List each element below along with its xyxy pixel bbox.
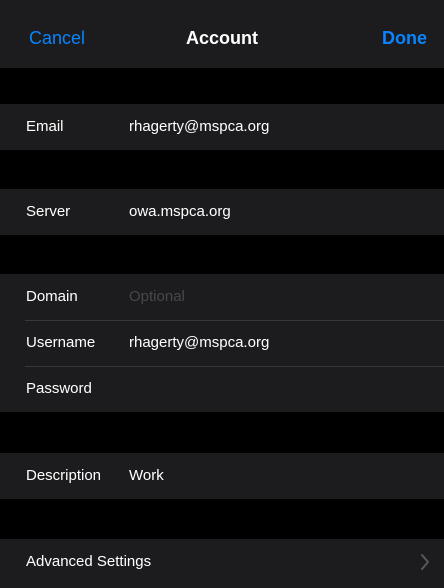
domain-label: Domain bbox=[26, 288, 78, 305]
done-button[interactable]: Done bbox=[382, 27, 427, 49]
domain-field[interactable]: Optional bbox=[129, 288, 185, 306]
server-section: Server owa.mspca.org bbox=[0, 189, 444, 235]
advanced-section: Advanced Settings bbox=[0, 539, 444, 588]
page-title: Account bbox=[186, 28, 258, 48]
section-spacer bbox=[0, 412, 444, 453]
email-section: Email rhagerty@mspca.org bbox=[0, 104, 444, 150]
section-spacer bbox=[0, 68, 444, 104]
description-field[interactable]: Work bbox=[129, 467, 164, 485]
domain-row[interactable]: Domain Optional bbox=[0, 274, 444, 320]
section-spacer bbox=[0, 499, 444, 539]
password-row[interactable]: Password bbox=[0, 366, 444, 412]
advanced-settings-label: Advanced Settings bbox=[26, 553, 152, 570]
navigation-bar: Cancel Account Done bbox=[0, 0, 444, 68]
chevron-right-icon bbox=[421, 554, 429, 570]
account-screen: Cancel Account Done Email rhagerty@mspca… bbox=[0, 0, 444, 588]
email-label: Email bbox=[26, 118, 64, 135]
section-spacer bbox=[0, 150, 444, 189]
email-row[interactable]: Email rhagerty@mspca.org bbox=[0, 104, 444, 150]
server-row[interactable]: Server owa.mspca.org bbox=[0, 189, 444, 235]
description-row[interactable]: Description Work bbox=[0, 453, 444, 499]
description-label: Description bbox=[26, 467, 102, 484]
description-section: Description Work bbox=[0, 453, 444, 499]
username-label: Username bbox=[26, 334, 96, 351]
credentials-section: Domain Optional Username rhagerty@mspca.… bbox=[0, 274, 444, 412]
advanced-settings-row[interactable]: Advanced Settings bbox=[0, 539, 444, 585]
server-field[interactable]: owa.mspca.org bbox=[129, 203, 231, 221]
password-label: Password bbox=[26, 380, 92, 397]
server-label: Server bbox=[26, 203, 71, 220]
section-spacer bbox=[0, 235, 444, 274]
email-field[interactable]: rhagerty@mspca.org bbox=[129, 118, 269, 136]
username-row[interactable]: Username rhagerty@mspca.org bbox=[0, 320, 444, 366]
username-field[interactable]: rhagerty@mspca.org bbox=[129, 334, 269, 352]
